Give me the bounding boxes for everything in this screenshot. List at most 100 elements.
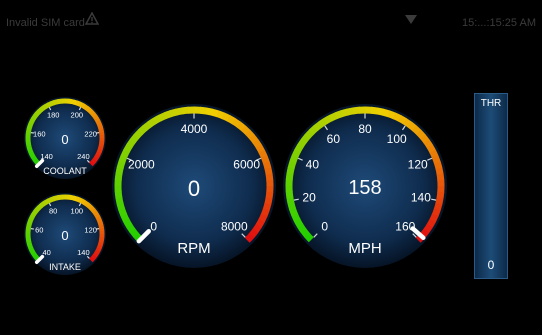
intake-arc-segment: [89, 256, 96, 263]
intake-arc-segment: [31, 210, 38, 216]
rpm-arc-segment: [175, 107, 184, 116]
mph-arc-segment: [387, 110, 397, 120]
mph-arc-segment: [304, 129, 315, 139]
coolant-arc-segment: [78, 101, 84, 108]
mph-arc-segment: [392, 112, 402, 122]
rpm-arc-segment: [122, 218, 133, 228]
mph-arc-segment: [412, 125, 422, 136]
rpm-arc-segment: [264, 167, 273, 176]
rpm-label: RPM: [177, 240, 210, 257]
coolant-arc-segment: [29, 117, 36, 123]
intake-arc-segment: [33, 208, 40, 214]
coolant-arc-segment: [75, 100, 81, 107]
coolant-arc-segment: [80, 102, 86, 109]
intake-arc-segment: [26, 241, 33, 247]
wifi-icon: [405, 15, 417, 24]
rpm-gauge: 0 2000 4000 6000 8000 0 RPM: [112, 104, 276, 268]
intake-arc-segment: [96, 244, 103, 250]
mph-arc-segment: [300, 227, 310, 238]
intake-arc-segment: [28, 215, 35, 221]
mph-tick-label: 100: [387, 132, 407, 146]
rpm-arc-segment: [120, 213, 130, 223]
mph-arc-segment: [340, 108, 349, 118]
coolant-arc-segment: [27, 122, 34, 128]
intake-arc-segment: [29, 213, 36, 219]
rpm-arc-segment: [248, 228, 259, 239]
rpm-arc-segment: [169, 108, 178, 118]
rpm-arc-segment: [142, 121, 153, 131]
mph-arc-segment: [397, 115, 408, 125]
rpm-arc-segment: [262, 161, 272, 170]
coolant-arc-segment: [28, 119, 35, 125]
coolant-arc-segment: [37, 107, 43, 114]
intake-tick-label: 140: [77, 248, 90, 257]
rpm-arc-segment: [245, 129, 255, 140]
mph-arc-segment: [285, 172, 294, 181]
mph-gauge: 020406080100120140160 158 MPH: [283, 104, 447, 268]
intake-arc-segment: [55, 194, 60, 201]
mph-arc-segment: [429, 149, 439, 159]
sim-status-text: Invalid SIM card: [6, 17, 85, 29]
rpm-arc-segment: [123, 143, 133, 154]
mph-arc-segment: [433, 161, 443, 170]
intake-arc-segment: [25, 239, 32, 244]
mph-arc-segment: [352, 106, 361, 115]
intake-arc-segment: [44, 198, 50, 205]
throttle-value: 0: [487, 258, 495, 272]
rpm-arc-segment: [260, 155, 270, 165]
mph-arc-segment: [429, 213, 439, 223]
rpm-arc-segment: [133, 129, 144, 139]
coolant-arc-segment: [31, 155, 38, 162]
rpm-arc-segment: [205, 107, 214, 116]
rpm-arc-segment: [231, 118, 242, 128]
rpm-arc-segment: [252, 223, 262, 234]
mph-value: 158: [348, 177, 381, 199]
rpm-arc-segment: [115, 196, 124, 205]
rpm-arc-segment: [118, 207, 128, 217]
rpm-arc-segment: [252, 139, 263, 149]
mph-tick-label: 20: [302, 190, 316, 204]
rpm-arc-segment: [265, 173, 274, 182]
mph-arc-segment: [435, 197, 444, 206]
coolant-arc-segment: [98, 143, 105, 148]
coolant-arc-segment: [91, 112, 98, 119]
rpm-arc-segment: [199, 106, 208, 115]
mph-arc-segment: [313, 121, 324, 131]
mph-arc-segment: [289, 207, 299, 217]
intake-arc-segment: [95, 216, 102, 222]
rpm-arc-segment: [255, 144, 266, 154]
rpm-tick-label: 0: [150, 220, 157, 234]
mph-arc-segment: [304, 232, 314, 243]
rpm-arc-segment: [147, 117, 157, 128]
mph-arc-segment: [294, 143, 304, 154]
intake-arc-segment: [28, 246, 35, 252]
mph-arc-segment: [436, 173, 445, 182]
mph-arc-segment: [426, 144, 437, 154]
mph-arc-segment: [435, 167, 444, 176]
rpm-value: 0: [188, 176, 200, 201]
coolant-arc-segment: [34, 109, 41, 116]
mph-arc-segment: [376, 107, 385, 116]
mph-arc-segment: [289, 154, 299, 164]
rpm-arc-segment: [163, 110, 173, 120]
coolant-arc-segment: [52, 99, 58, 106]
intake-arc-segment: [94, 213, 101, 219]
coolant-arc-segment: [33, 112, 40, 118]
mph-tick-label: 140: [411, 190, 431, 204]
rpm-arc-segment: [157, 112, 167, 122]
intake-arc-segment: [27, 244, 34, 250]
coolant-tick-label: 180: [47, 110, 60, 119]
mph-arc-segment: [423, 139, 434, 149]
mph-arc-segment: [328, 112, 338, 122]
throttle-label: THR: [480, 98, 502, 109]
intake-arc-segment: [87, 203, 94, 210]
mph-label: MPH: [348, 240, 381, 257]
coolant-arc-segment: [94, 117, 101, 123]
intake-arc-segment: [94, 249, 101, 255]
intake-arc-segment: [85, 202, 91, 209]
coolant-arc-segment: [97, 125, 104, 131]
coolant-arc-segment: [32, 157, 39, 164]
mph-arc-segment: [423, 223, 433, 234]
intake-arc-segment: [49, 196, 55, 203]
coolant-arc-segment: [95, 151, 102, 157]
